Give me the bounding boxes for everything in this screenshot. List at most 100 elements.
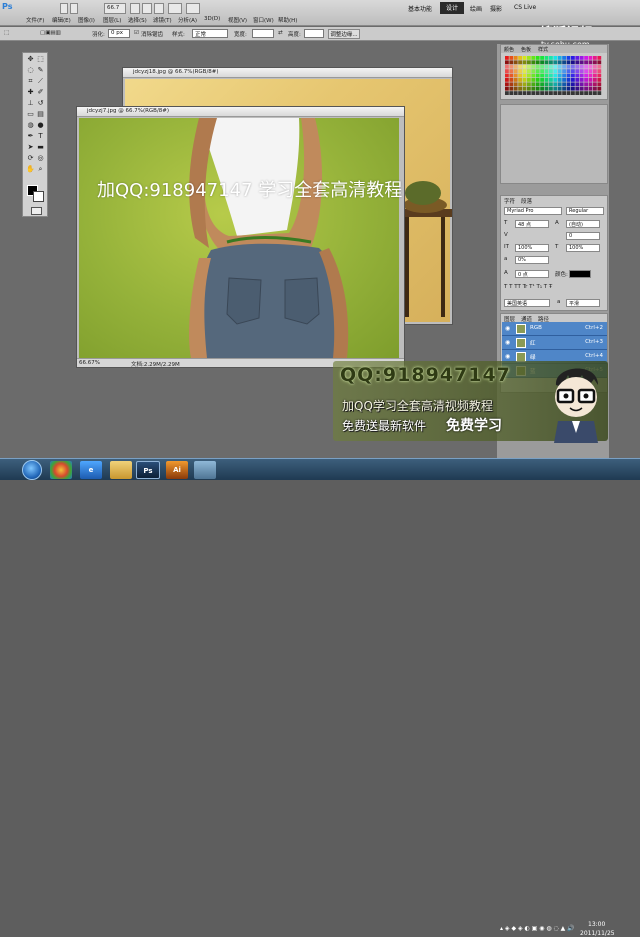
eyedropper-tool-icon[interactable]: ⟋ xyxy=(36,77,45,86)
swatch-cell[interactable] xyxy=(509,73,514,78)
tab-character[interactable]: 字符 xyxy=(504,197,515,205)
swatch-cell[interactable] xyxy=(509,60,514,65)
swatch-cell[interactable] xyxy=(522,73,527,78)
swatch-cell[interactable] xyxy=(584,69,588,73)
swatch-cell[interactable] xyxy=(535,73,540,78)
healing-brush-icon[interactable]: ✚ xyxy=(26,88,35,97)
document-title[interactable]: jdcyzj18.jpg @ 66.7%(RGB/8#) xyxy=(123,68,452,78)
marquee-tool-icon[interactable]: ⬚ xyxy=(36,55,45,64)
swatch-cell[interactable] xyxy=(571,69,575,73)
swatch-cell[interactable] xyxy=(509,91,514,95)
swatch-cell[interactable] xyxy=(531,56,536,60)
file-explorer-icon[interactable] xyxy=(110,461,132,479)
antialias-select[interactable]: 平滑 xyxy=(566,299,600,307)
background-color-swatch[interactable] xyxy=(33,191,44,202)
swatch-cell[interactable] xyxy=(518,69,522,73)
swatch-cell[interactable] xyxy=(575,56,580,60)
swatch-cell[interactable] xyxy=(571,86,575,91)
swatch-cell[interactable] xyxy=(518,64,522,69)
swatch-cell[interactable] xyxy=(527,78,531,82)
gradient-tool-icon[interactable]: ▤ xyxy=(36,110,45,119)
swatch-cell[interactable] xyxy=(584,73,588,78)
swatch-cell[interactable] xyxy=(549,91,553,95)
clock-time[interactable]: 13:00 xyxy=(588,921,605,928)
swatch-cell[interactable] xyxy=(518,73,522,78)
swatch-cell[interactable] xyxy=(527,73,531,78)
swatch-cell[interactable] xyxy=(584,91,588,95)
swatch-cell[interactable] xyxy=(540,69,544,73)
swatch-cell[interactable] xyxy=(509,78,514,82)
swatch-cell[interactable] xyxy=(544,78,549,82)
swatch-cell[interactable] xyxy=(571,56,575,60)
swatch-cell[interactable] xyxy=(522,60,527,65)
screen-mode-icon[interactable] xyxy=(186,3,200,14)
swatch-cell[interactable] xyxy=(513,91,518,95)
type-tool-icon[interactable]: T xyxy=(36,132,45,141)
text-style-buttons[interactable]: T T TT Tr T¹ T₁ T Ŧ xyxy=(504,284,552,290)
quick-mask-icon[interactable] xyxy=(31,207,42,215)
swatch-cell[interactable] xyxy=(505,69,509,73)
swatch-cell[interactable] xyxy=(540,60,544,65)
swatch-cell[interactable] xyxy=(553,91,558,95)
swatch-cell[interactable] xyxy=(531,64,536,69)
swatch-cell[interactable] xyxy=(505,60,509,65)
swatch-cell[interactable] xyxy=(575,78,580,82)
swatch-cell[interactable] xyxy=(557,60,562,65)
swatch-cell[interactable] xyxy=(579,60,584,65)
swatch-cell[interactable] xyxy=(522,78,527,82)
swatch-cell[interactable] xyxy=(597,64,602,69)
swatch-cell[interactable] xyxy=(509,56,514,60)
cs-live-button[interactable]: CS Live xyxy=(514,4,536,11)
swatch-cell[interactable] xyxy=(518,56,522,60)
swatch-cell[interactable] xyxy=(540,73,544,78)
illustrator-taskbar-icon[interactable]: Ai xyxy=(166,461,188,479)
swatch-cell[interactable] xyxy=(566,78,571,82)
swatch-cell[interactable] xyxy=(575,69,580,73)
swatch-cell[interactable] xyxy=(518,86,522,91)
swatch-cell[interactable] xyxy=(571,73,575,78)
tab-color[interactable]: 颜色 xyxy=(504,46,514,53)
swatch-cell[interactable] xyxy=(579,64,584,69)
swatch-cell[interactable] xyxy=(531,91,536,95)
menu-analysis[interactable]: 分析(A) xyxy=(178,16,197,25)
swatch-cell[interactable] xyxy=(505,56,509,60)
swatch-cell[interactable] xyxy=(575,91,580,95)
swatch-cell[interactable] xyxy=(575,60,580,65)
swatch-cell[interactable] xyxy=(513,82,518,87)
swatch-cell[interactable] xyxy=(540,86,544,91)
swatch-cell[interactable] xyxy=(571,64,575,69)
hand-tool-icon[interactable]: ✋ xyxy=(26,165,35,174)
swatch-cell[interactable] xyxy=(571,91,575,95)
swatch-cell[interactable] xyxy=(535,56,540,60)
width-input[interactable] xyxy=(252,29,274,38)
swatch-cell[interactable] xyxy=(518,91,522,95)
swatch-cell[interactable] xyxy=(588,73,593,78)
swap-icon[interactable]: ⇄ xyxy=(278,30,283,36)
menu-window[interactable]: 窗口(W) xyxy=(253,16,274,25)
swatch-cell[interactable] xyxy=(522,91,527,95)
swatch-cell[interactable] xyxy=(535,60,540,65)
swatch-cell[interactable] xyxy=(562,82,566,87)
visibility-eye-icon[interactable]: ◉ xyxy=(505,339,510,346)
menu-filter[interactable]: 滤镜(T) xyxy=(153,16,172,25)
swatch-cell[interactable] xyxy=(522,69,527,73)
swatch-cell[interactable] xyxy=(518,78,522,82)
swatch-cell[interactable] xyxy=(527,64,531,69)
marquee-tool-icon[interactable]: ⬚ xyxy=(4,30,9,36)
swatch-grid[interactable] xyxy=(505,56,605,98)
swatch-cell[interactable] xyxy=(540,91,544,95)
swatch-cell[interactable] xyxy=(509,86,514,91)
3d-orbit-icon[interactable]: ◎ xyxy=(36,154,45,163)
swatch-cell[interactable] xyxy=(597,60,602,65)
swatch-cell[interactable] xyxy=(553,86,558,91)
swatch-cell[interactable] xyxy=(505,73,509,78)
swatch-cell[interactable] xyxy=(562,64,566,69)
swatch-cell[interactable] xyxy=(513,60,518,65)
swatch-cell[interactable] xyxy=(553,60,558,65)
photoshop-taskbar-icon[interactable]: Ps xyxy=(136,461,160,479)
tab-paragraph[interactable]: 段落 xyxy=(521,197,532,205)
swatch-cell[interactable] xyxy=(584,82,588,87)
swatch-cell[interactable] xyxy=(562,56,566,60)
menu-layer[interactable]: 图层(L) xyxy=(103,16,121,25)
swatch-cell[interactable] xyxy=(566,86,571,91)
